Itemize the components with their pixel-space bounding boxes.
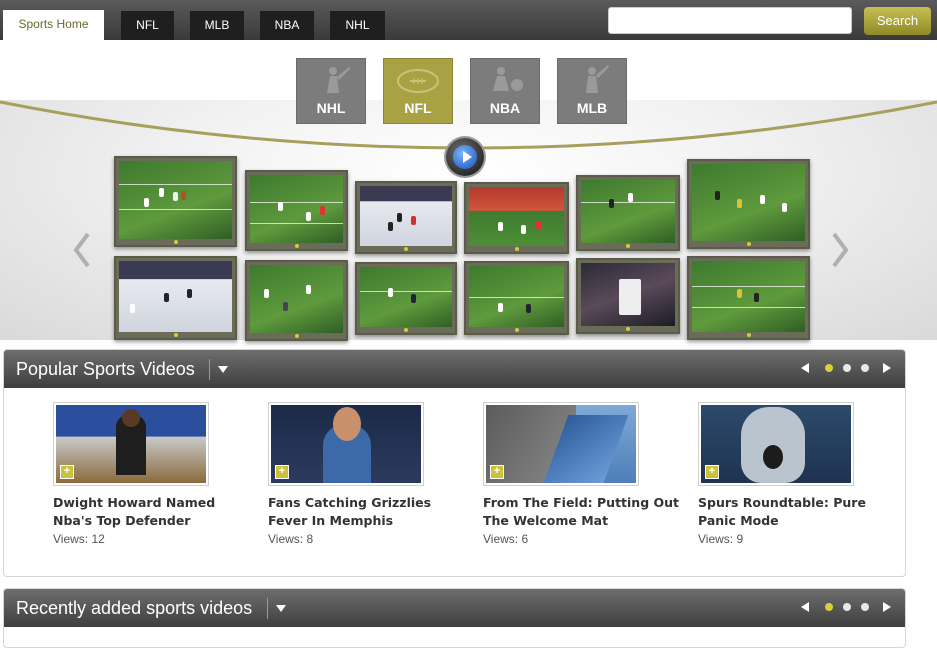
tab-nba[interactable]: NBA	[260, 11, 314, 40]
video-thumbnail[interactable]: +	[53, 402, 209, 486]
popular-videos-panel: Popular Sports Videos + Dwight Howard Na…	[3, 349, 906, 577]
carousel-thumbnail[interactable]	[464, 261, 569, 335]
pager-next-button[interactable]	[883, 602, 891, 612]
sport-tile-label: MLB	[576, 100, 608, 116]
divider	[267, 598, 268, 619]
carousel-thumbnail[interactable]	[245, 170, 348, 251]
tab-nhl[interactable]: NHL	[330, 11, 385, 40]
golfer-icon	[327, 67, 350, 93]
panel-title: Recently added sports videos	[16, 598, 253, 618]
sport-tile-nhl[interactable]: NHL	[296, 58, 366, 124]
tab-mlb[interactable]: MLB	[190, 11, 244, 40]
carousel-thumbnail[interactable]	[687, 256, 810, 340]
basketball-player-icon	[493, 67, 523, 91]
video-thumbnail[interactable]: +	[268, 402, 424, 486]
video-title[interactable]: From The Field: Putting Out The Welcome …	[483, 494, 683, 530]
sport-tile-label: NBA	[489, 100, 521, 116]
carousel-thumbnail[interactable]	[464, 182, 569, 254]
top-nav-bar: Sports Home NFL MLB NBA NHL Search	[0, 0, 937, 40]
add-icon[interactable]: +	[275, 465, 289, 479]
chevron-down-icon[interactable]	[276, 605, 286, 612]
chevron-right-icon	[832, 232, 849, 268]
view-count: Views: 6	[483, 532, 529, 546]
pager-prev-button[interactable]	[801, 363, 809, 373]
chevron-down-icon[interactable]	[218, 366, 228, 373]
pager-dot[interactable]	[861, 364, 869, 372]
video-thumbnail[interactable]: +	[698, 402, 854, 486]
search-button[interactable]: Search	[864, 7, 931, 35]
carousel-thumbnail[interactable]	[355, 181, 457, 254]
pager-dot[interactable]	[843, 603, 851, 611]
tab-sports-home[interactable]: Sports Home	[3, 10, 104, 40]
tab-nfl[interactable]: NFL	[121, 11, 174, 40]
recent-videos-panel: Recently added sports videos	[3, 588, 906, 648]
sport-tile-mlb[interactable]: MLB	[557, 58, 627, 124]
play-icon	[453, 145, 477, 169]
pager-dot[interactable]	[825, 603, 833, 611]
video-thumbnail[interactable]: +	[483, 402, 639, 486]
carousel-thumbnail[interactable]	[355, 262, 457, 335]
view-count: Views: 12	[53, 532, 105, 546]
football-icon	[397, 69, 439, 93]
carousel-next-button[interactable]	[828, 230, 852, 270]
carousel-thumbnail[interactable]	[576, 258, 680, 334]
carousel-thumbnail[interactable]	[576, 175, 680, 251]
baseball-batter-icon	[586, 65, 609, 93]
search-input[interactable]	[608, 7, 852, 34]
sport-tile-nfl[interactable]: NFL	[383, 58, 453, 124]
divider	[209, 359, 210, 380]
pager-dot[interactable]	[861, 603, 869, 611]
add-icon[interactable]: +	[490, 465, 504, 479]
carousel-thumbnail[interactable]	[114, 156, 237, 247]
play-button[interactable]	[446, 138, 484, 176]
carousel-thumbnail[interactable]	[687, 159, 810, 249]
sport-tile-nba[interactable]: NBA	[470, 58, 540, 124]
view-count: Views: 9	[698, 532, 744, 546]
panel-title: Popular Sports Videos	[16, 359, 195, 379]
sport-tile-label: NFL	[404, 100, 432, 116]
view-count: Views: 8	[268, 532, 314, 546]
carousel-prev-button[interactable]	[70, 230, 94, 270]
sport-tile-label: NHL	[316, 100, 346, 116]
pager-next-button[interactable]	[883, 363, 891, 373]
chevron-left-icon	[73, 232, 90, 268]
pager-prev-button[interactable]	[801, 602, 809, 612]
add-icon[interactable]: +	[60, 465, 74, 479]
carousel-thumbnail[interactable]	[245, 260, 348, 341]
add-icon[interactable]: +	[705, 465, 719, 479]
panel-header: Popular Sports Videos	[4, 350, 905, 388]
video-title[interactable]: Dwight Howard Named Nba's Top Defender	[53, 494, 253, 530]
panel-header: Recently added sports videos	[4, 589, 905, 627]
video-carousel: NHL NFL NBA MLB	[0, 40, 937, 341]
carousel-thumbnail[interactable]	[114, 256, 237, 340]
pager-dot[interactable]	[843, 364, 851, 372]
pager-dot[interactable]	[825, 364, 833, 372]
video-title[interactable]: Fans Catching Grizzlies Fever In Memphis	[268, 494, 468, 530]
video-title[interactable]: Spurs Roundtable: Pure Panic Mode	[698, 494, 898, 530]
